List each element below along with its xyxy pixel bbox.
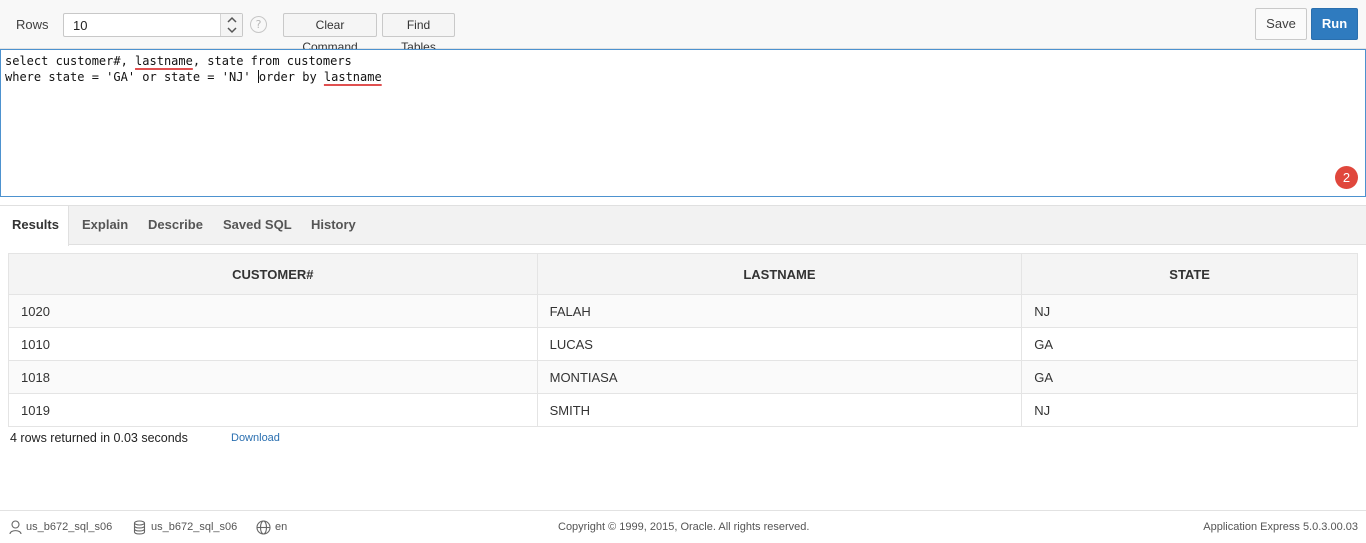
editor-line-2: where state = 'GA' or state = 'NJ' order… [5, 70, 382, 84]
table-row: 1018 MONTIASA GA [8, 360, 1358, 394]
user-icon [9, 520, 22, 535]
spin-up-icon[interactable] [227, 16, 237, 24]
save-button[interactable]: Save [1255, 8, 1307, 40]
error-count-badge[interactable]: 2 [1335, 166, 1358, 189]
table-cell: 1020 [8, 294, 538, 328]
rows-input[interactable] [64, 14, 221, 36]
database-icon [133, 520, 146, 535]
find-tables-button[interactable]: Find Tables [382, 13, 455, 54]
column-header-lastname[interactable]: LASTNAME [536, 253, 1023, 295]
table-cell: FALAH [536, 294, 1023, 328]
table-cell: GA [1021, 327, 1358, 361]
tab-describe[interactable]: Describe [136, 206, 215, 245]
toolbar: Rows ? Clear Command Find Tables Save Ru… [0, 0, 1366, 54]
editor-error-token: lastname [135, 54, 193, 68]
footer-copyright: Copyright © 1999, 2015, Oracle. All righ… [558, 521, 810, 533]
table-row: 1019 SMITH NJ [8, 393, 1358, 427]
editor-text: , state from customers [192, 54, 352, 68]
table-cell: SMITH [536, 393, 1023, 427]
table-cell: GA [1021, 360, 1358, 394]
results-tabbar: Results Explain Describe Saved SQL Histo… [0, 205, 1366, 246]
column-header-customer[interactable]: CUSTOMER# [8, 253, 538, 295]
table-row: 1020 FALAH NJ [8, 294, 1358, 328]
help-icon[interactable]: ? [250, 16, 267, 33]
spin-down-icon[interactable] [227, 26, 237, 34]
footer-username: us_b672_sql_s06 [26, 521, 113, 533]
table-cell: NJ [1021, 294, 1358, 328]
table-cell: 1018 [8, 360, 538, 394]
download-link[interactable]: Download [231, 432, 280, 444]
editor-error-token: lastname [323, 70, 382, 84]
table-cell: NJ [1021, 393, 1358, 427]
tab-explain[interactable]: Explain [70, 206, 140, 245]
column-header-state[interactable]: STATE [1021, 253, 1358, 295]
rows-field [63, 13, 243, 37]
footer-version: Application Express 5.0.3.00.03 [1203, 521, 1358, 533]
editor-line-1: select customer#, lastname, state from c… [5, 54, 352, 68]
rows-label: Rows [16, 17, 49, 32]
run-button[interactable]: Run [1311, 8, 1358, 40]
table-cell: 1019 [8, 393, 538, 427]
globe-icon [256, 520, 271, 535]
editor-text: where state = 'GA' or state = 'NJ' [5, 70, 258, 84]
table-cell: LUCAS [536, 327, 1023, 361]
results-table: CUSTOMER# LASTNAME STATE 1020 FALAH NJ 1… [8, 253, 1358, 427]
table-cell: 1010 [8, 327, 538, 361]
clear-command-button[interactable]: Clear Command [283, 13, 377, 54]
table-cell: MONTIASA [536, 360, 1023, 394]
tab-results[interactable]: Results [0, 206, 69, 246]
result-summary: 4 rows returned in 0.03 seconds [10, 431, 188, 445]
table-header-row: CUSTOMER# LASTNAME STATE [8, 253, 1358, 295]
rows-spinner [220, 14, 242, 36]
footer-language[interactable]: en [275, 521, 287, 534]
tab-history[interactable]: History [299, 206, 368, 245]
editor-text: order by [258, 70, 324, 84]
footer-schema: us_b672_sql_s06 [151, 521, 238, 533]
editor-text: select customer#, [5, 54, 136, 68]
sql-editor[interactable]: select customer#, lastname, state from c… [0, 49, 1366, 197]
tab-saved-sql[interactable]: Saved SQL [211, 206, 304, 245]
table-row: 1010 LUCAS GA [8, 327, 1358, 361]
footer: us_b672_sql_s06 us_b672_sql_s06 en Copyr… [0, 510, 1366, 543]
